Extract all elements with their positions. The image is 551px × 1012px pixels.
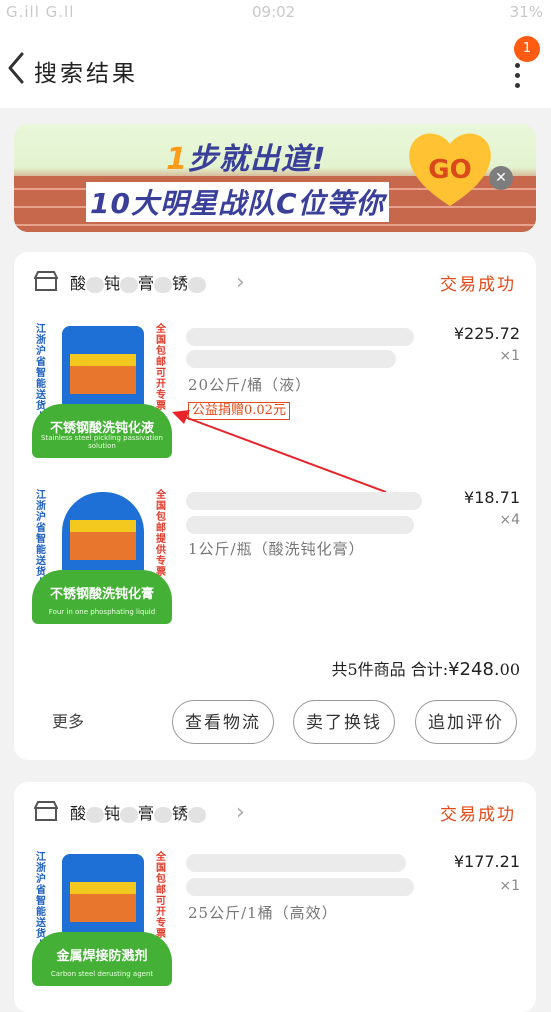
go-heart-icon[interactable]: GO [402,126,498,210]
promo-banner[interactable]: 1步就出道! 10大明星战队C位等你 GO [14,124,536,232]
blurred-title [186,516,414,534]
go-label: GO [428,155,471,185]
banner-headline: 1步就出道! [166,142,327,177]
order-status: 交易成功 [440,805,516,825]
product-image-subtitle: Carbon steel derusting agent [50,970,154,978]
battery-level: 31% [509,3,543,21]
banner-close-icon[interactable]: ✕ [489,166,513,190]
more-menu-icon[interactable] [508,58,526,104]
resell-button[interactable]: 卖了换钱 [293,700,395,744]
product-image[interactable]: 江浙沪省智能送货上门 全国包邮可开专票 金属焊接防溅剂 Carbon steel… [32,846,172,986]
shop-name[interactable]: 酸钝膏锈 [70,800,207,824]
back-arrow-icon[interactable] [4,48,30,88]
product-image-title: 金属焊接防溅剂 [56,949,148,964]
banner-subline: 10大明星战队C位等你 [86,182,389,222]
product-side-text-right: 全国包邮提供专票 [156,490,166,578]
item-quantity: ×4 [499,512,520,528]
app-header: 搜索结果 1 [0,24,551,108]
signal-indicator: G.ill G.ll [6,3,75,21]
item-spec: 25公斤/1桶（高效） [188,904,338,922]
product-image-subtitle: Four in one phosphating liquid [48,608,156,616]
order-total: 共5件商品 合计:¥248.00 [331,659,520,680]
order-card: 酸钝膏锈 › 交易成功 江浙沪省智能送货上门 全国包邮可开专票 不锈钢酸洗钝化液… [14,252,536,760]
item-quantity: ×1 [499,878,520,894]
blurred-title [186,492,422,510]
store-icon [34,801,58,821]
blurred-title [186,878,414,896]
product-image[interactable]: 江浙沪省智能送货上门 全国包邮提供专票 不锈钢酸洗钝化膏 Four in one… [32,484,172,624]
view-logistics-button[interactable]: 查看物流 [172,700,274,744]
product-side-text-right: 全国包邮可开专票 [156,852,166,940]
status-bar: G.ill G.ll 09:02 31% [0,0,551,24]
item-spec: 1公斤/瓶（酸洗钝化膏） [188,540,365,558]
more-actions-link[interactable]: 更多 [52,708,84,732]
item-price: ¥18.71 [464,488,520,507]
page-title: 搜索结果 [34,61,138,87]
order-card: 酸钝膏锈 › 交易成功 江浙沪省智能送货上门 全国包邮可开专票 金属焊接防溅剂 … [14,782,536,1012]
clock: 09:02 [252,3,296,21]
item-price: ¥177.21 [453,852,520,871]
chevron-right-icon[interactable]: › [236,800,245,825]
blurred-title [186,854,406,872]
product-image-title: 不锈钢酸洗钝化膏 [49,587,154,602]
add-review-button[interactable]: 追加评价 [415,700,517,744]
